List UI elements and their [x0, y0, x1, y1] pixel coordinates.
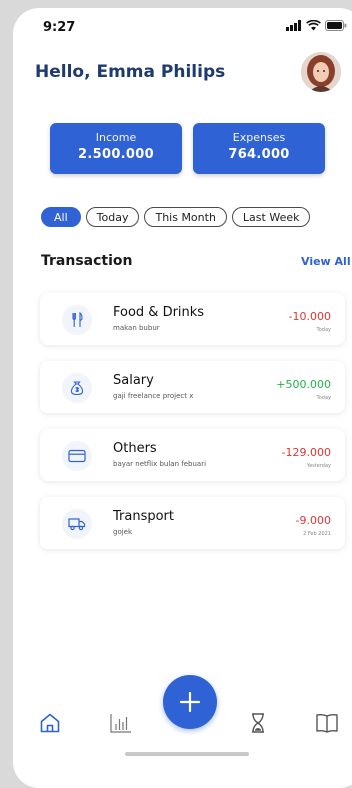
filter-all[interactable]: All: [41, 207, 81, 227]
filter-this-month[interactable]: This Month: [144, 207, 227, 227]
income-label: Income: [95, 131, 137, 144]
filter-chips: All Today This Month Last Week: [41, 207, 311, 227]
transaction-amount: -9.000: [295, 514, 331, 527]
add-icon: [179, 691, 201, 713]
fork-knife-icon: [62, 305, 92, 335]
credit-card-icon: [62, 441, 92, 471]
transaction-title: Transaction: [41, 253, 133, 269]
transaction-note: makan bubur: [113, 324, 160, 332]
transaction-item-salary[interactable]: Salary gaji freelance project x +500.000…: [40, 361, 345, 413]
expenses-label: Expenses: [232, 131, 286, 144]
transaction-date: Today: [316, 327, 331, 333]
income-value: 2.500.000: [78, 147, 154, 162]
transaction-note: gaji freelance project x: [113, 392, 194, 400]
transaction-date: Today: [316, 395, 331, 401]
book-icon[interactable]: [315, 712, 339, 734]
transaction-note: gojek: [113, 528, 133, 536]
chart-icon[interactable]: [109, 712, 133, 734]
money-bag-icon: [62, 373, 92, 403]
transaction-title-text: Salary: [113, 373, 154, 388]
view-all-link[interactable]: View All: [301, 255, 351, 268]
profile-photo-icon: [301, 52, 341, 92]
transaction-item-others[interactable]: Others bayar netflix bulan febuari -129.…: [40, 429, 345, 481]
home-indicator: [125, 752, 249, 756]
transaction-item-transport[interactable]: Transport gojek -9.000 2 Feb 2021: [40, 497, 345, 549]
home-icon[interactable]: [39, 712, 61, 734]
signal-icon: [286, 20, 301, 31]
income-card[interactable]: Income 2.500.000: [50, 123, 182, 174]
transaction-date: Yesterday: [306, 463, 331, 469]
battery-icon: [325, 20, 347, 31]
transaction-amount: -10.000: [288, 310, 331, 323]
filter-today[interactable]: Today: [85, 207, 140, 227]
truck-icon: [62, 509, 92, 539]
expenses-card[interactable]: Expenses 764.000: [193, 123, 325, 174]
transaction-item-food[interactable]: Food & Drinks makan bubur -10.000 Today: [40, 293, 345, 345]
phone-screen: 9:27 Hello, Emma Philips Income 2.500.00…: [13, 8, 352, 788]
greeting-title: Hello, Emma Philips: [35, 62, 226, 82]
add-transaction-button[interactable]: [163, 675, 217, 729]
avatar[interactable]: [301, 52, 341, 92]
transaction-note: bayar netflix bulan febuari: [113, 460, 207, 468]
transaction-title-text: Food & Drinks: [113, 305, 205, 320]
status-icons: [286, 20, 347, 31]
hourglass-icon[interactable]: [248, 712, 268, 734]
filter-last-week[interactable]: Last Week: [231, 207, 311, 227]
transaction-amount: -129.000: [281, 446, 331, 459]
expenses-value: 764.000: [228, 147, 290, 162]
status-time: 9:27: [43, 20, 76, 35]
wifi-icon: [306, 20, 321, 31]
transaction-amount: +500.000: [276, 378, 331, 391]
transaction-title-text: Transport: [113, 509, 175, 524]
transaction-date: 2 Feb 2021: [303, 531, 331, 537]
transaction-title-text: Others: [113, 441, 157, 456]
